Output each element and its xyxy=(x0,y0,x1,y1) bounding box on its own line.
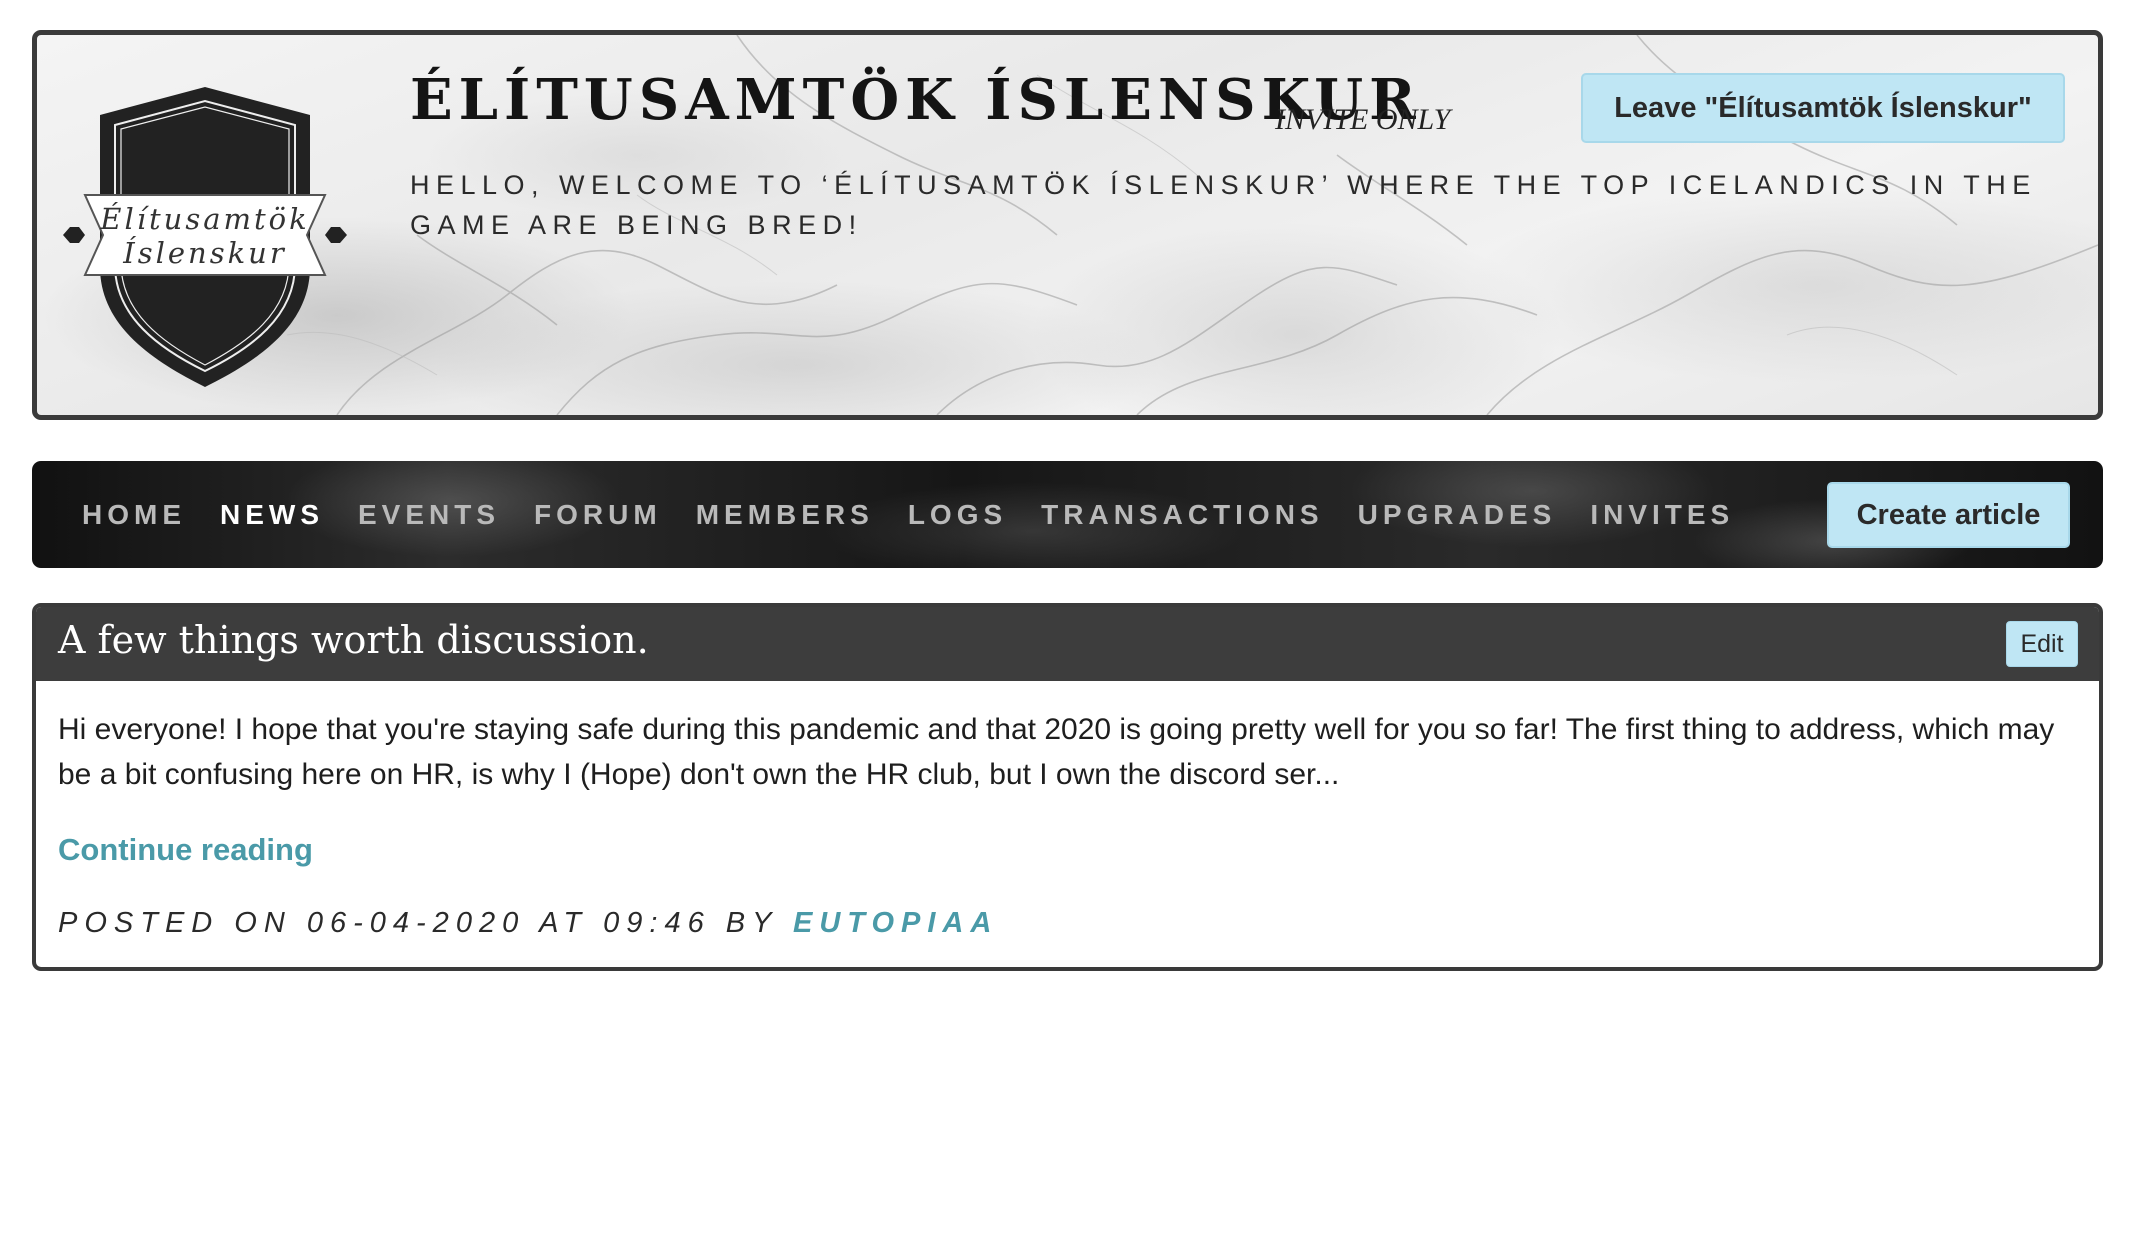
club-name-title: ÉLÍTUSAMTÖK ÍSLENSKUR xyxy=(410,67,1422,133)
leave-club-button[interactable]: Leave "Élítusamtök Íslenskur" xyxy=(1581,73,2065,143)
crest-text-line2: Íslenskur xyxy=(122,235,286,270)
edit-article-button[interactable]: Edit xyxy=(2006,621,2078,667)
create-article-button[interactable]: Create article xyxy=(1827,482,2070,548)
nav-item-transactions[interactable]: TRANSACTIONS xyxy=(1041,499,1323,531)
continue-reading-link[interactable]: Continue reading xyxy=(58,832,313,868)
crest-text-line1: Élítusamtök xyxy=(99,201,309,236)
nav-item-forum[interactable]: FORUM xyxy=(534,499,662,531)
nav-item-news[interactable]: NEWS xyxy=(220,499,324,531)
article-excerpt: Hi everyone! I hope that you're staying … xyxy=(58,713,2055,791)
nav-item-upgrades[interactable]: UPGRADES xyxy=(1358,499,1557,531)
club-nav-bar: HOME NEWS EVENTS FORUM MEMBERS LOGS TRAN… xyxy=(32,461,2103,568)
nav-item-members[interactable]: MEMBERS xyxy=(696,499,874,531)
invite-only-badge: INVITE ONLY xyxy=(1275,103,1451,136)
club-banner: Élítusamtök Íslenskur ÉLÍTUSAMTÖK ÍSLENS… xyxy=(32,30,2103,420)
nav-item-logs[interactable]: LOGS xyxy=(908,499,1007,531)
nav-item-invites[interactable]: INVITES xyxy=(1590,499,1734,531)
nav-list: HOME NEWS EVENTS FORUM MEMBERS LOGS TRAN… xyxy=(82,461,1768,568)
article-title: A few things worth discussion. xyxy=(58,618,649,662)
nav-item-events[interactable]: EVENTS xyxy=(358,499,500,531)
club-crest-logo: Élítusamtök Íslenskur xyxy=(63,87,347,387)
club-description: HELLO, WELCOME TO ‘ÉLÍTUSAMTÖK ÍSLENSKUR… xyxy=(410,170,2037,240)
article-header: A few things worth discussion. Edit xyxy=(36,607,2099,681)
author-link[interactable]: EUTOPIAA xyxy=(793,907,998,939)
article-meta: POSTED ON 06-04-2020 AT 09:46 BY EUTOPIA… xyxy=(58,907,998,940)
posted-on-text: POSTED ON 06-04-2020 AT 09:46 BY xyxy=(58,907,778,939)
nav-item-home[interactable]: HOME xyxy=(82,499,186,531)
news-article-card: A few things worth discussion. Edit Hi e… xyxy=(32,603,2103,971)
